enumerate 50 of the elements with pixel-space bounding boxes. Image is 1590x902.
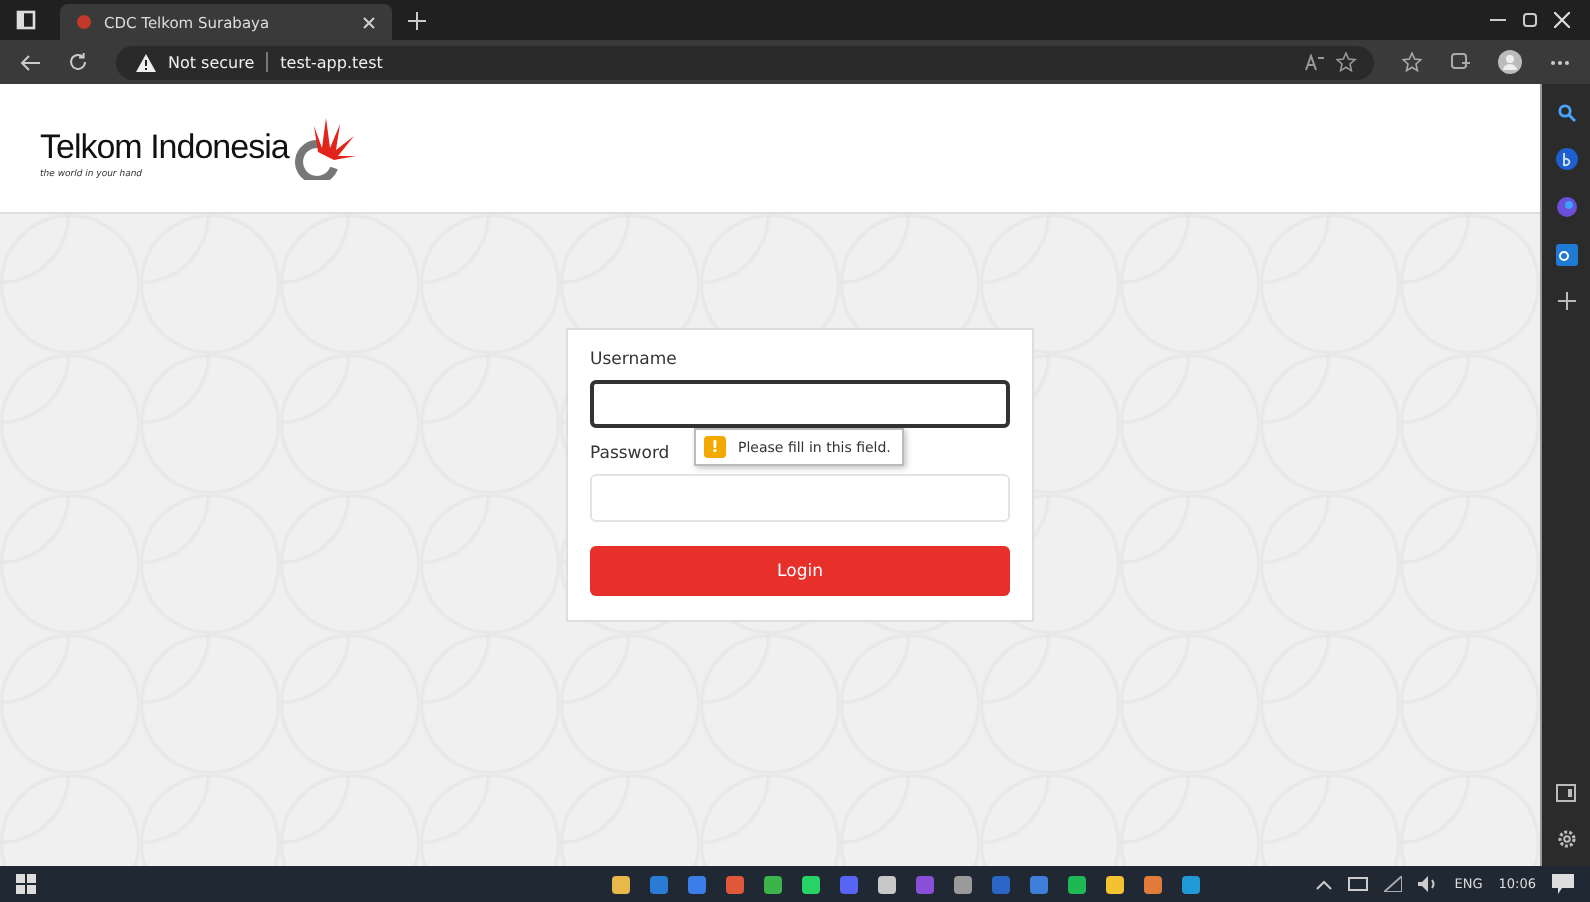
taskbar-app-icon[interactable] bbox=[1144, 875, 1163, 893]
logo-icon bbox=[290, 116, 359, 180]
swirl-icon[interactable] bbox=[1555, 196, 1577, 218]
tab-actions-icon[interactable] bbox=[16, 10, 36, 30]
url-text: test-app.test bbox=[280, 53, 383, 71]
collections-icon[interactable] bbox=[1450, 52, 1470, 72]
search-icon[interactable] bbox=[1557, 104, 1575, 122]
wifi-icon[interactable] bbox=[1384, 876, 1403, 892]
taskbar-app-icon[interactable] bbox=[764, 875, 783, 893]
read-aloud-icon[interactable] bbox=[1304, 53, 1324, 71]
warning-badge-icon: ! bbox=[704, 436, 726, 458]
back-icon[interactable] bbox=[20, 53, 40, 71]
taskbar-app-icon[interactable] bbox=[878, 875, 897, 893]
taskbar-app-icon[interactable] bbox=[726, 875, 745, 893]
restore-icon[interactable] bbox=[1522, 12, 1538, 28]
security-label: Not secure bbox=[168, 53, 255, 71]
profile-avatar-icon[interactable] bbox=[1498, 50, 1522, 74]
field-label: Username bbox=[590, 350, 677, 370]
taskbar-app-icon[interactable] bbox=[802, 875, 821, 893]
add-icon[interactable] bbox=[1557, 292, 1575, 310]
favorites-icon[interactable] bbox=[1402, 52, 1422, 72]
login-button[interactable]: Login bbox=[590, 546, 1010, 596]
taskbar-app-icon[interactable] bbox=[688, 875, 707, 893]
address-field[interactable]: Not secure test-app.test bbox=[116, 45, 1374, 79]
sidebar-toggle-icon[interactable] bbox=[1556, 784, 1576, 802]
input-field[interactable] bbox=[590, 380, 1010, 428]
taskbar-app-icon[interactable] bbox=[1068, 875, 1087, 893]
settings-icon[interactable] bbox=[1555, 828, 1577, 850]
close-icon[interactable] bbox=[362, 15, 376, 29]
brand-name: Telkom Indonesia bbox=[40, 128, 289, 168]
warning-icon bbox=[136, 53, 156, 71]
taskbar-app-icon[interactable] bbox=[1030, 875, 1049, 893]
refresh-icon[interactable] bbox=[68, 52, 88, 72]
taskbar-app-icon[interactable] bbox=[1106, 875, 1125, 893]
speaker-icon[interactable] bbox=[1418, 876, 1439, 892]
taskbar-app-icon[interactable] bbox=[954, 875, 973, 893]
taskbar-app-icon[interactable] bbox=[1182, 875, 1201, 893]
notification-icon[interactable] bbox=[1552, 874, 1574, 894]
circle-b-icon[interactable] bbox=[1555, 148, 1577, 170]
start-icon[interactable] bbox=[16, 874, 36, 894]
more-icon[interactable] bbox=[1550, 59, 1570, 65]
network-icon[interactable] bbox=[1348, 876, 1369, 892]
new-tab-icon[interactable] bbox=[408, 11, 426, 29]
outlook-icon[interactable] bbox=[1555, 244, 1577, 266]
favorite-add-icon[interactable] bbox=[1336, 52, 1358, 72]
favicon-icon bbox=[76, 14, 92, 30]
field-label: Password bbox=[590, 444, 670, 464]
chevron-up-icon[interactable] bbox=[1316, 879, 1333, 889]
taskbar-app-icon[interactable] bbox=[612, 875, 631, 893]
close-window-icon[interactable] bbox=[1554, 12, 1570, 28]
